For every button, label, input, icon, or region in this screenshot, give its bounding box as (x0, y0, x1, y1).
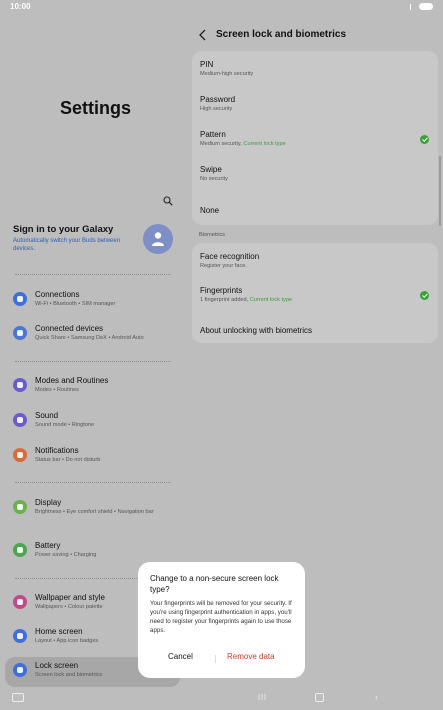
option-subtitle: 1 fingerprint added, Current lock type (200, 297, 293, 303)
option-pattern[interactable]: Pattern Medium security, Current lock typ… (192, 121, 438, 157)
button-divider (215, 655, 216, 663)
menu-item-display[interactable]: Display Brightness • Eye comfort shield •… (5, 494, 180, 524)
option-subtitle: No security (200, 176, 228, 182)
menu-item-icon (13, 500, 27, 514)
menu-item-title: Wallpaper and style (35, 593, 105, 602)
option-about-unlocking-with-biometrics[interactable]: About unlocking with biometrics (192, 311, 438, 347)
menu-item-icon (13, 448, 27, 462)
menu-item-icon (13, 413, 27, 427)
menu-item-icon (13, 326, 27, 340)
menu-item-title: Lock screen (35, 661, 79, 670)
search-icon[interactable] (163, 196, 173, 206)
option-title: PIN (200, 60, 214, 69)
home-icon[interactable] (315, 693, 324, 702)
status-bar: 10:00 (0, 0, 443, 14)
menu-item-title: Sound (35, 411, 59, 420)
status-time: 10:00 (10, 2, 31, 11)
menu-item-connected-devices[interactable]: Connected devices Quick Share • Samsung D… (5, 320, 180, 350)
dialog-title: Change to a non-secure screen lock type? (150, 574, 279, 594)
menu-item-title: Home screen (35, 627, 83, 636)
signal-icon (410, 4, 411, 10)
menu-item-subtitle: Power saving • Charging (35, 552, 97, 558)
option-face-recognition[interactable]: Face recognition Register your face. (192, 243, 438, 279)
scrollbar[interactable] (439, 156, 441, 226)
menu-item-subtitle: Quick Share • Samsung DeX • Android Auto (35, 335, 144, 341)
menu-item-sound[interactable]: Sound Sound mode • Ringtone (5, 407, 180, 437)
divider (15, 361, 171, 362)
account-subtitle: Automatically switch your Buds between d… (13, 238, 121, 252)
option-title: None (200, 206, 220, 215)
menu-item-icon (13, 543, 27, 557)
menu-item-title: Battery (35, 541, 61, 550)
check-icon (420, 291, 429, 300)
option-subtitle: Medium security, Current lock type (200, 141, 286, 147)
menu-item-icon (13, 378, 27, 392)
option-subtitle: Register your face. (200, 263, 247, 269)
current-lock-type-label: Current lock type (243, 141, 286, 147)
biometrics-section-label: Biometrics (199, 232, 226, 238)
navigation-bar: ‹ (0, 690, 443, 710)
option-swipe[interactable]: Swipe No security (192, 156, 438, 192)
option-fingerprints[interactable]: Fingerprints 1 fingerprint added, Current… (192, 277, 438, 313)
cancel-button[interactable]: Cancel (168, 652, 193, 661)
current-lock-type-label: Current lock type (249, 297, 293, 303)
menu-item-connections[interactable]: Connections Wi-Fi • Bluetooth • SIM manag… (5, 286, 180, 316)
menu-item-icon (13, 663, 27, 677)
menu-item-subtitle: Wi-Fi • Bluetooth • SIM manager (35, 301, 116, 307)
screen-header-title: Screen lock and biometrics (216, 29, 347, 40)
menu-item-subtitle: Brightness • Eye comfort shield • Naviga… (35, 509, 154, 515)
menu-item-notifications[interactable]: Notifications Status bar • Do not disturb (5, 442, 180, 472)
menu-item-subtitle: Sound mode • Ringtone (35, 422, 95, 428)
status-icons (393, 2, 433, 12)
dialog-body: Your fingerprints will be removed for yo… (150, 600, 292, 634)
avatar[interactable] (143, 224, 173, 254)
lock-type-card: PIN Medium-high security Password High secu… (192, 51, 438, 225)
divider (15, 274, 171, 275)
menu-item-title: Modes and Routines (35, 376, 109, 385)
menu-item-icon (13, 595, 27, 609)
menu-item-subtitle: Status bar • Do not disturb (35, 457, 101, 463)
menu-item-title: Connections (35, 290, 80, 299)
option-password[interactable]: Password High security (192, 86, 438, 122)
menu-item-title: Notifications (35, 446, 79, 455)
menu-item-title: Display (35, 498, 62, 507)
option-title: Face recognition (200, 252, 260, 261)
keyboard-icon[interactable] (12, 693, 24, 702)
account-title[interactable]: Sign in to your Galaxy (13, 224, 113, 235)
option-none[interactable]: None (192, 191, 438, 227)
menu-item-title: Connected devices (35, 324, 104, 333)
confirm-dialog: Change to a non-secure screen lock type?… (138, 562, 305, 678)
option-title: Fingerprints (200, 286, 243, 295)
option-pin[interactable]: PIN Medium-high security (192, 51, 438, 87)
option-subtitle: High security (200, 106, 233, 112)
back-nav-icon[interactable]: ‹ (375, 692, 378, 702)
option-title: Swipe (200, 165, 222, 174)
option-title: Pattern (200, 130, 226, 139)
page-title: Settings (60, 98, 132, 118)
menu-item-modes-and-routines[interactable]: Modes and Routines Modes • Routines (5, 372, 180, 402)
remove-data-button[interactable]: Remove data (227, 652, 275, 661)
check-icon (420, 135, 429, 144)
menu-item-icon (13, 292, 27, 306)
option-subtitle: Medium-high security (200, 71, 254, 77)
option-title: Password (200, 95, 236, 104)
recents-icon[interactable] (258, 694, 266, 700)
back-arrow-icon[interactable] (198, 29, 208, 41)
menu-item-icon (13, 629, 27, 643)
battery-icon (419, 3, 433, 10)
menu-item-subtitle: Modes • Routines (35, 387, 79, 393)
divider (15, 482, 171, 483)
biometrics-card: Face recognition Register your face. Finge… (192, 243, 438, 343)
person-icon (152, 232, 164, 246)
option-title: About unlocking with biometrics (200, 326, 313, 335)
